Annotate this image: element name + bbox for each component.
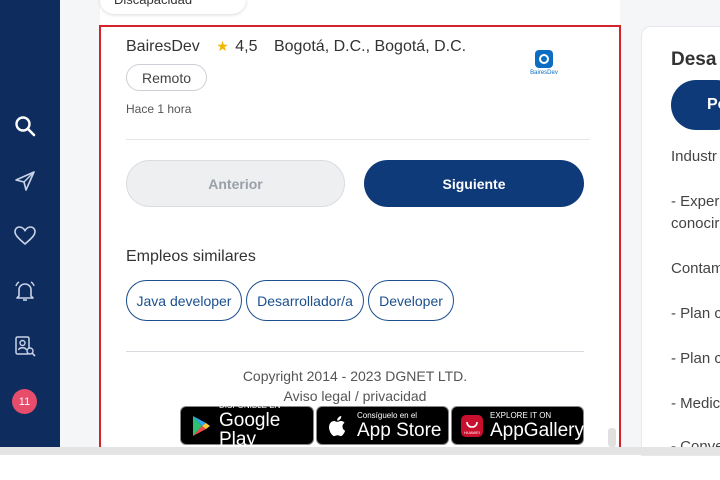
- google-play-badge[interactable]: DISPONIBLE EN Google Play: [180, 402, 314, 449]
- bell-icon[interactable]: [12, 278, 38, 304]
- footer-divider: [126, 351, 584, 352]
- description-title: Desa: [671, 49, 717, 70]
- store-big-text: App Store: [357, 419, 442, 441]
- job-location: Bogotá, D.C., Bogotá, D.C.: [273, 38, 467, 55]
- horizontal-scrollbar[interactable]: [0, 447, 720, 455]
- description-line: - Exper: [671, 193, 720, 210]
- modality-tag: Remoto: [126, 64, 207, 91]
- similar-job-tag[interactable]: Desarrollador/a: [246, 280, 364, 321]
- store-big-text: Google Play: [219, 410, 281, 450]
- company-line: BairesDev ★ 4,5 Bogotá, D.C., Bogotá, D.…: [126, 38, 466, 56]
- posted-time: Hace 1 hora: [126, 102, 192, 116]
- google-play-icon: [189, 413, 213, 439]
- previous-button[interactable]: Anterior: [126, 160, 345, 207]
- vertical-scrollbar-thumb[interactable]: [608, 428, 616, 447]
- divider: [126, 139, 590, 140]
- huawei-appgallery-icon: HUAWEI: [460, 413, 484, 439]
- company-name[interactable]: BairesDev: [126, 38, 200, 55]
- description-line: - Plan c: [671, 350, 720, 367]
- store-small-text: Consíguelo en el: [357, 410, 418, 420]
- filter-chip[interactable]: Discapacidad: [100, 0, 246, 14]
- heart-icon[interactable]: [12, 223, 38, 249]
- profile-search-icon[interactable]: [12, 333, 38, 359]
- app-gallery-badge[interactable]: HUAWEI EXPLORE IT ON AppGallery: [451, 406, 584, 445]
- similar-jobs-title: Empleos similares: [126, 248, 256, 265]
- svg-text:HUAWEI: HUAWEI: [464, 430, 480, 435]
- description-line: Contam: [671, 260, 720, 277]
- legal-link[interactable]: Aviso legal / privacidad: [126, 388, 584, 404]
- company-rating: 4,5: [235, 38, 258, 55]
- app-store-badge[interactable]: Consíguelo en el App Store: [316, 406, 449, 445]
- bairesdev-logo-icon: [535, 50, 553, 68]
- notification-badge[interactable]: 11: [12, 389, 37, 414]
- description-line: - Medic: [671, 395, 720, 412]
- send-icon[interactable]: [12, 168, 38, 194]
- company-logo-text: BairesDev: [530, 70, 558, 76]
- similar-job-tag[interactable]: Java developer: [126, 280, 242, 321]
- next-button[interactable]: Siguiente: [364, 160, 584, 207]
- description-line: conocir: [671, 215, 720, 232]
- store-small-text: EXPLORE IT ON: [490, 410, 552, 420]
- company-logo[interactable]: BairesDev: [526, 50, 562, 80]
- search-icon[interactable]: [12, 113, 38, 139]
- apple-icon: [325, 413, 351, 439]
- similar-job-tag[interactable]: Developer: [368, 280, 454, 321]
- apply-button[interactable]: Po: [671, 80, 720, 130]
- star-icon: ★: [216, 38, 229, 54]
- description-line: - Plan c: [671, 305, 720, 322]
- sidebar: 11: [0, 0, 60, 447]
- store-big-text: AppGallery: [490, 419, 584, 441]
- store-small-text: DISPONIBLE EN: [219, 401, 281, 410]
- description-line: Industr: [671, 148, 717, 165]
- copyright-text: Copyright 2014 - 2023 DGNET LTD.: [242, 368, 468, 384]
